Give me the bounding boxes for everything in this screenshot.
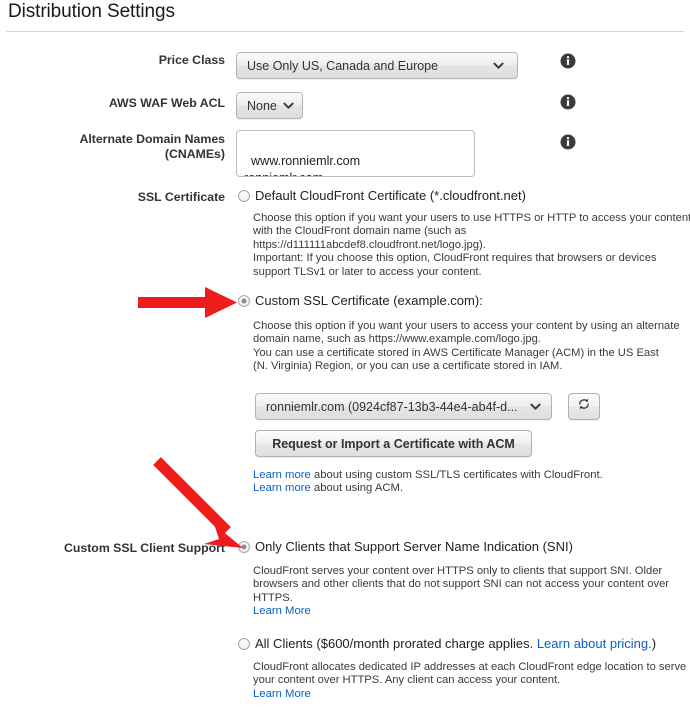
- resize-handle-icon[interactable]: [461, 163, 472, 174]
- acm-button-label: Request or Import a Certificate with ACM: [272, 436, 515, 451]
- radio-label-default-cloudfront-certificate: Default CloudFront Certificate (*.cloudf…: [255, 188, 526, 203]
- certificate-select[interactable]: ronniemlr.com (0924cf87-13b3-44e4-ab4f-d…: [255, 393, 552, 420]
- cnames-label-line1: Alternate Domain Names: [79, 132, 225, 146]
- all-clients-label-post: ): [651, 636, 657, 651]
- radio-custom-ssl-certificate[interactable]: [238, 295, 250, 307]
- waf-acl-selected-value: None: [247, 98, 277, 113]
- cnames-textarea[interactable]: www.ronniemlr.com ronniemlr.com: [236, 130, 475, 177]
- client-support-label: Custom SSL Client Support: [63, 541, 225, 555]
- help-line: CloudFront serves your content over HTTP…: [253, 565, 663, 577]
- learn-about-pricing-link[interactable]: Learn about pricing.: [537, 636, 652, 651]
- waf-acl-info-icon[interactable]: [560, 94, 576, 110]
- help-line: domain name, such as https://www.example…: [253, 333, 541, 346]
- help-line: CloudFront allocates dedicated IP addres…: [253, 661, 687, 673]
- radio-label-custom-ssl-certificate: Custom SSL Certificate (example.com):: [255, 293, 483, 308]
- acm-learn-more-line-1: Learn more about using custom SSL/TLS ce…: [253, 469, 603, 483]
- help-line: browsers and other clients that do not s…: [253, 578, 670, 591]
- certificate-selected-value: ronniemlr.com (0924cf87-13b3-44e4-ab4f-d…: [266, 399, 518, 414]
- help-line: (N. Virginia) Region, or you can use a c…: [253, 360, 563, 373]
- learn-more-sni-link[interactable]: Learn More: [253, 605, 311, 617]
- waf-acl-label: AWS WAF Web ACL: [108, 96, 225, 110]
- help-line: HTTPS.: [253, 591, 293, 604]
- header-divider: [6, 31, 684, 32]
- radio-label-all-clients: All Clients ($600/month prorated charge …: [255, 636, 656, 652]
- help-all-clients: CloudFront allocates dedicated IP addres…: [253, 661, 686, 688]
- page-title: Distribution Settings: [8, 1, 175, 22]
- help-line: Choose this option if you want your user…: [253, 212, 690, 224]
- cnames-value: www.ronniemlr.com ronniemlr.com: [244, 154, 361, 176]
- ssl-certificate-label: SSL Certificate: [137, 190, 225, 204]
- price-class-info-icon[interactable]: [560, 53, 576, 69]
- help-default-cloudfront-certificate: Choose this option if you want your user…: [253, 212, 690, 279]
- page-header: Distribution Settings: [0, 0, 690, 34]
- radio-default-cloudfront-certificate[interactable]: [238, 190, 250, 202]
- waf-acl-select[interactable]: None: [236, 92, 303, 119]
- learn-more-acm-link[interactable]: Learn more: [253, 482, 311, 494]
- price-class-selected-value: Use Only US, Canada and Europe: [247, 58, 439, 73]
- cnames-label-line2: (CNAMEs): [164, 147, 225, 161]
- cnames-info-icon[interactable]: [560, 134, 576, 150]
- refresh-icon: [577, 397, 591, 416]
- all-clients-learn-more-line: Learn More: [253, 688, 311, 702]
- refresh-certificates-button[interactable]: [568, 393, 600, 420]
- learn-more-all-clients-link[interactable]: Learn More: [253, 688, 311, 700]
- help-line: You can use a certificate stored in AWS …: [253, 346, 659, 359]
- request-or-import-certificate-button[interactable]: Request or Import a Certificate with ACM: [255, 430, 532, 457]
- help-line: your content over HTTPS. Any client can …: [253, 674, 561, 687]
- chevron-down-icon: [530, 400, 541, 411]
- help-custom-ssl-certificate: Choose this option if you want your user…: [253, 320, 680, 374]
- help-sni-only: CloudFront serves your content over HTTP…: [253, 565, 669, 605]
- radio-sni-only[interactable]: [238, 541, 250, 553]
- radio-all-clients[interactable]: [238, 638, 250, 650]
- price-class-label: Price Class: [158, 53, 225, 67]
- help-line: Choose this option if you want your user…: [253, 320, 680, 332]
- chevron-down-icon: [283, 99, 294, 110]
- price-class-select[interactable]: Use Only US, Canada and Europe: [236, 52, 518, 79]
- help-line: Important: If you choose this option, Cl…: [253, 252, 657, 265]
- learn-more-acm-text: about using ACM.: [310, 482, 404, 494]
- radio-label-sni-only: Only Clients that Support Server Name In…: [255, 539, 573, 554]
- arrow-to-sni-option: [153, 457, 243, 548]
- chevron-down-icon: [493, 59, 504, 70]
- acm-learn-more-line-2: Learn more about using ACM.: [253, 482, 403, 496]
- arrow-to-custom-ssl: [138, 287, 237, 318]
- learn-more-custom-ssl-link[interactable]: Learn more: [253, 469, 311, 481]
- sni-learn-more-line: Learn More: [253, 605, 311, 619]
- help-line: with the CloudFront domain name (such as: [253, 225, 467, 238]
- help-line: support TLSv1 or later to access your co…: [253, 265, 482, 278]
- help-line: https://d111111abcdef8.cloudfront.net/lo…: [253, 238, 486, 251]
- learn-more-custom-ssl-text: about using custom SSL/TLS certificates …: [310, 469, 603, 481]
- all-clients-label-pre: All Clients ($600/month prorated charge …: [255, 636, 537, 651]
